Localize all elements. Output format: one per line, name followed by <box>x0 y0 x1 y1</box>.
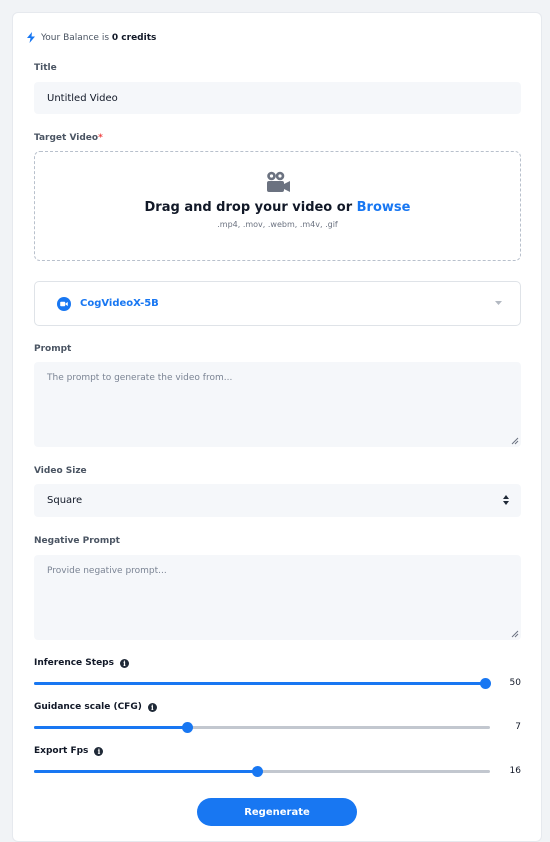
negative-prompt-textarea[interactable]: Provide negative prompt... <box>34 555 521 640</box>
slider-fill <box>34 682 485 685</box>
negative-prompt-placeholder: Provide negative prompt... <box>47 566 167 576</box>
generation-form: Your Balance is 0 credits Title Untitled… <box>12 12 542 842</box>
title-label: Title <box>34 63 57 73</box>
export-fps-label: Export Fps i <box>34 746 104 756</box>
required-mark: * <box>98 133 103 143</box>
inference-steps-value: 50 <box>509 678 521 688</box>
select-arrows-icon <box>503 495 509 505</box>
balance-text: Your Balance is 0 credits <box>41 32 157 43</box>
prompt-label: Prompt <box>34 344 72 354</box>
inference-steps-slider[interactable] <box>34 678 491 689</box>
title-input[interactable]: Untitled Video <box>34 82 521 114</box>
negative-prompt-label: Negative Prompt <box>34 536 120 546</box>
drop-instructions: Drag and drop your video or Browse <box>144 200 411 215</box>
browse-link[interactable]: Browse <box>357 200 411 215</box>
target-video-label: Target Video* <box>34 133 103 143</box>
video-camera-icon <box>267 171 290 192</box>
guidance-scale-label: Guidance scale (CFG) i <box>34 702 157 712</box>
chevron-down-icon <box>495 301 502 305</box>
model-selector[interactable]: CogVideoX-5B <box>34 281 521 326</box>
slider-thumb[interactable] <box>480 678 491 689</box>
resize-handle-icon[interactable] <box>511 437 519 445</box>
info-icon[interactable]: i <box>120 658 129 668</box>
slider-fill <box>34 726 187 729</box>
lightning-icon <box>27 32 35 43</box>
video-size-label: Video Size <box>34 466 87 476</box>
info-icon[interactable]: i <box>94 746 104 756</box>
supported-formats: .mp4, .mov, .webm, .m4v, .gif <box>217 220 338 229</box>
regenerate-button[interactable]: Regenerate <box>197 798 357 826</box>
model-name: CogVideoX-5B <box>80 298 159 309</box>
video-size-select[interactable]: Square <box>34 484 521 517</box>
prompt-placeholder: The prompt to generate the video from... <box>47 373 233 383</box>
resize-handle-icon[interactable] <box>511 630 519 638</box>
guidance-scale-slider[interactable] <box>34 722 490 733</box>
slider-fill <box>34 770 257 773</box>
export-fps-value: 16 <box>509 766 521 776</box>
video-size-value: Square <box>47 495 83 506</box>
guidance-scale-value: 7 <box>515 722 521 732</box>
video-drop-zone[interactable]: Drag and drop your video or Browse .mp4,… <box>34 151 521 261</box>
inference-steps-label: Inference Steps i <box>34 658 129 668</box>
export-fps-slider[interactable] <box>34 766 490 777</box>
info-icon[interactable]: i <box>147 702 157 712</box>
zoom-camera-icon <box>57 296 71 311</box>
prompt-textarea[interactable]: The prompt to generate the video from... <box>34 362 521 447</box>
slider-thumb[interactable] <box>181 722 193 733</box>
slider-thumb[interactable] <box>251 766 263 777</box>
balance-line: Your Balance is 0 credits <box>27 32 156 43</box>
balance-amount: 0 credits <box>111 32 157 43</box>
